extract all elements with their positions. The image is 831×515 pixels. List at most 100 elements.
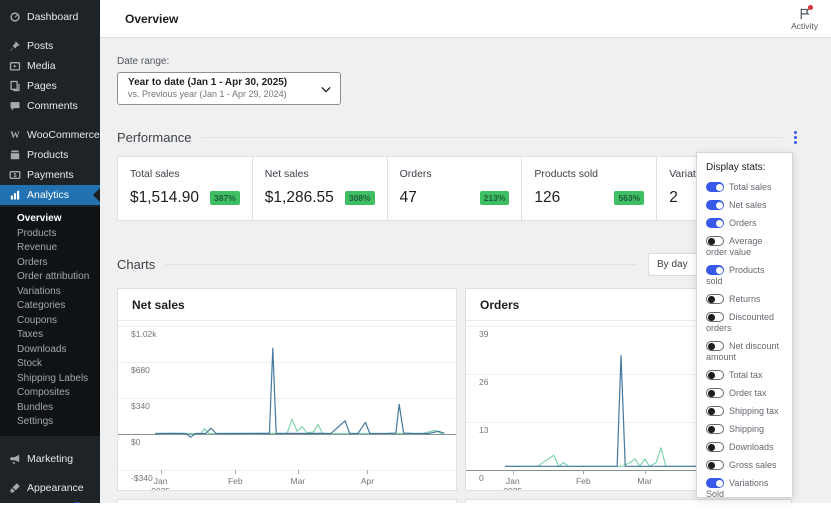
toggle-switch[interactable] bbox=[706, 442, 724, 452]
chart-plot: $1.02k $680 $340 $0 -$340 Jan 2025 Feb Mar Apr bbox=[118, 326, 456, 490]
display-stats-title: Display stats: bbox=[706, 162, 766, 173]
x-axis-label: Mar bbox=[637, 476, 652, 486]
toggle-switch[interactable] bbox=[706, 294, 724, 304]
display-stats-panel: Display stats: Total sales Net sales Order… bbox=[696, 152, 793, 500]
activity-button[interactable]: Activity bbox=[791, 4, 818, 31]
sidebar-subitem-categories[interactable]: Categories bbox=[0, 299, 100, 314]
toggle-net-sales[interactable]: Net sales bbox=[706, 200, 783, 211]
activity-label: Activity bbox=[791, 20, 818, 31]
toggle-shipping[interactable]: Shipping bbox=[706, 424, 783, 435]
sidebar-item-payments[interactable]: $ Payments bbox=[0, 165, 100, 185]
sidebar-subitem-bundles[interactable]: Bundles bbox=[0, 401, 100, 416]
x-axis-tick bbox=[583, 470, 585, 474]
chart-card-net-sales: Net sales $1.02k $680 $340 $0 -$340 Jan 2025 Feb… bbox=[117, 288, 457, 491]
sidebar-item-label: Pages bbox=[27, 80, 57, 92]
x-axis-tick bbox=[644, 470, 646, 474]
toggle-gross-sales[interactable]: Gross sales bbox=[706, 460, 783, 471]
x-axis-label: Mar bbox=[290, 476, 305, 486]
toggle-returns[interactable]: Returns bbox=[706, 294, 783, 305]
date-range-comparison: vs. Previous year (Jan 1 - Apr 29, 2024) bbox=[128, 89, 287, 99]
toggle-switch[interactable] bbox=[706, 218, 724, 228]
x-axis-tick bbox=[235, 470, 237, 474]
sidebar-subitem-downloads[interactable]: Downloads bbox=[0, 343, 100, 358]
menu-separator bbox=[0, 116, 100, 125]
sidebar-item-woocommerce[interactable]: W WooCommerce bbox=[0, 125, 100, 145]
stat-card-net-sales[interactable]: Net sales $1,286.55 308% bbox=[253, 157, 388, 220]
toggle-downloads[interactable]: Downloads bbox=[706, 442, 783, 453]
date-range-current: Year to date (Jan 1 - Apr 30, 2025) bbox=[128, 77, 288, 88]
toggle-order-tax[interactable]: Order tax bbox=[706, 388, 783, 399]
toggle-orders[interactable]: Orders bbox=[706, 218, 783, 229]
toggle-switch[interactable] bbox=[706, 388, 724, 398]
sidebar-item-label: Appearance bbox=[27, 481, 84, 494]
sidebar-subitem-revenue[interactable]: Revenue bbox=[0, 241, 100, 256]
toggle-total-tax[interactable]: Total tax bbox=[706, 370, 783, 381]
toggle-total-sales[interactable]: Total sales bbox=[706, 182, 783, 193]
x-axis-label: Apr bbox=[361, 476, 374, 486]
sidebar-item-comments[interactable]: Comments bbox=[0, 96, 100, 116]
sidebar-item-analytics[interactable]: Analytics bbox=[0, 185, 100, 205]
toggle-shipping-tax[interactable]: Shipping tax bbox=[706, 406, 783, 417]
sidebar-item-appearance[interactable]: Appearance bbox=[0, 478, 100, 498]
stat-card-orders[interactable]: Orders 47 213% bbox=[388, 157, 523, 220]
performance-menu-button[interactable] bbox=[790, 129, 801, 146]
toggle-switch[interactable] bbox=[706, 370, 724, 380]
sidebar-item-marketing[interactable]: Marketing bbox=[0, 449, 100, 469]
dashboard-icon bbox=[9, 11, 21, 23]
sidebar-item-dashboard[interactable]: Dashboard bbox=[0, 7, 100, 27]
analytics-icon bbox=[9, 189, 21, 201]
x-axis-tick bbox=[160, 470, 162, 474]
toggle-switch[interactable] bbox=[706, 265, 724, 275]
sidebar-subitem-order-attribution[interactable]: Order attribution bbox=[0, 270, 100, 285]
sidebar-item-label: Marketing bbox=[27, 452, 74, 465]
sidebar-subitem-composites[interactable]: Composites bbox=[0, 386, 100, 401]
admin-sidebar: Dashboard Posts Media Pages Comments W WooComm… bbox=[0, 0, 100, 503]
toggle-discounted-orders[interactable]: Discounted orders bbox=[706, 312, 783, 334]
sidebar-subitem-overview[interactable]: Overview bbox=[0, 212, 100, 227]
stat-delta-badge: 308% bbox=[344, 191, 375, 205]
analytics-submenu: Overview Products Revenue Orders Order attri… bbox=[0, 207, 100, 436]
sidebar-item-products[interactable]: Products bbox=[0, 145, 100, 165]
toggle-switch[interactable] bbox=[706, 341, 724, 351]
toggle-switch[interactable] bbox=[706, 236, 724, 246]
toggle-switch[interactable] bbox=[706, 406, 724, 416]
toggle-switch[interactable] bbox=[706, 478, 724, 488]
stat-value: 2 bbox=[669, 189, 678, 206]
sidebar-item-label: Analytics bbox=[27, 189, 70, 201]
chart-line-series bbox=[118, 326, 456, 470]
toggle-products-sold[interactable]: Products sold bbox=[706, 265, 783, 287]
stat-delta-badge: 213% bbox=[479, 191, 510, 205]
stat-delta-badge: 387% bbox=[210, 191, 240, 205]
x-axis-tick bbox=[512, 470, 514, 474]
performance-section-header: Performance bbox=[117, 129, 801, 146]
sidebar-item-label: WooCommerce bbox=[27, 129, 100, 141]
sidebar-subitem-settings[interactable]: Settings bbox=[0, 415, 100, 430]
sidebar-item-label: Comments bbox=[27, 100, 78, 112]
toggle-switch[interactable] bbox=[706, 182, 724, 192]
sidebar-item-posts[interactable]: Posts bbox=[0, 36, 100, 56]
sidebar-subitem-shipping-labels[interactable]: Shipping Labels bbox=[0, 372, 100, 387]
toggle-switch[interactable] bbox=[706, 200, 724, 210]
stat-label: Orders bbox=[399, 168, 432, 180]
sidebar-subitem-products[interactable]: Products bbox=[0, 227, 100, 242]
stat-card-products-sold[interactable]: Products sold 126 563% bbox=[522, 157, 658, 220]
toggle-switch[interactable] bbox=[706, 424, 724, 434]
sidebar-subitem-taxes[interactable]: Taxes bbox=[0, 328, 100, 343]
date-range-section: Date range: Year to date (Jan 1 - Apr 30… bbox=[117, 56, 831, 105]
stat-value-row: 126 563% bbox=[534, 189, 645, 207]
toggle-switch[interactable] bbox=[706, 312, 724, 322]
toggle-switch[interactable] bbox=[706, 460, 724, 470]
sidebar-subitem-variations[interactable]: Variations bbox=[0, 285, 100, 300]
stat-card-total-sales[interactable]: Total sales $1,514.90 387% bbox=[118, 157, 253, 220]
date-range-dropdown[interactable]: Year to date (Jan 1 - Apr 30, 2025) vs. … bbox=[117, 72, 341, 105]
toggle-average-order-value[interactable]: Average order value bbox=[706, 236, 783, 258]
sidebar-item-pages[interactable]: Pages bbox=[0, 76, 100, 96]
page-header: Overview Activity bbox=[100, 0, 831, 38]
sidebar-subitem-orders[interactable]: Orders bbox=[0, 256, 100, 271]
sidebar-subitem-coupons[interactable]: Coupons bbox=[0, 314, 100, 329]
sidebar-item-media[interactable]: Media bbox=[0, 56, 100, 76]
appearance-icon bbox=[9, 482, 21, 494]
toggle-net-discount-amount[interactable]: Net discount amount bbox=[706, 341, 783, 363]
sidebar-subitem-stock[interactable]: Stock bbox=[0, 357, 100, 372]
toggle-variations-sold[interactable]: Variations Sold bbox=[706, 478, 783, 500]
